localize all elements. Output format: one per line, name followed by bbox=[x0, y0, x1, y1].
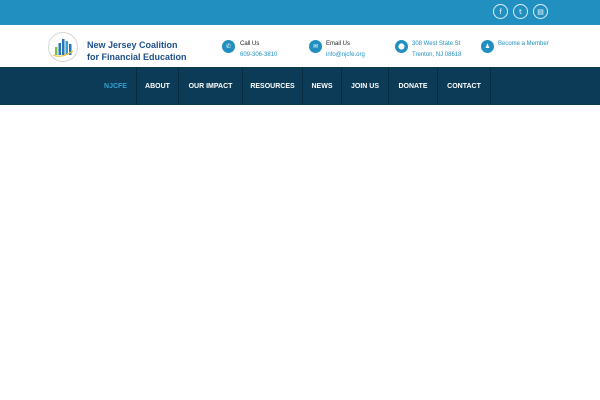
nav-item-join-us[interactable]: JOIN US bbox=[342, 67, 389, 105]
calendar-icon[interactable]: ▤ bbox=[533, 4, 548, 19]
email-icon: ✉ bbox=[309, 40, 322, 53]
nav-item-contact[interactable]: CONTACT bbox=[438, 67, 491, 105]
address-line-1[interactable]: 308 West State St bbox=[412, 41, 460, 47]
top-bar: f t ▤ bbox=[0, 0, 600, 25]
phone-icon: ✆ bbox=[222, 40, 235, 53]
location-icon: ⬤ bbox=[395, 40, 408, 53]
logo-bars-icon bbox=[52, 39, 74, 57]
nav-item-news[interactable]: NEWS bbox=[303, 67, 342, 105]
main-nav: NJCFE ABOUT OUR IMPACT RESOURCES NEWS JO… bbox=[0, 67, 600, 105]
user-icon: ♟ bbox=[481, 40, 494, 53]
nav-item-about[interactable]: ABOUT bbox=[137, 67, 179, 105]
logo[interactable] bbox=[48, 32, 78, 62]
nav-item-donate[interactable]: DONATE bbox=[389, 67, 438, 105]
logo-text[interactable]: New Jersey Coalition for Financial Educa… bbox=[87, 39, 187, 63]
email-address[interactable]: info@njcfe.org bbox=[326, 52, 365, 58]
phone-number[interactable]: 609-306-3810 bbox=[240, 52, 277, 58]
become-member-link[interactable]: Become a Member bbox=[498, 41, 549, 47]
address-line-2[interactable]: Trenton, NJ 08618 bbox=[412, 52, 461, 58]
logo-line-2: for Financial Education bbox=[87, 52, 187, 62]
nav-item-our-impact[interactable]: OUR IMPACT bbox=[179, 67, 243, 105]
twitter-icon[interactable]: t bbox=[513, 4, 528, 19]
logo-line-1: New Jersey Coalition bbox=[87, 40, 178, 50]
nav-item-resources[interactable]: RESOURCES bbox=[243, 67, 303, 105]
email-us-title: Email Us bbox=[326, 41, 351, 47]
nav-item-njcfe[interactable]: NJCFE bbox=[95, 67, 137, 105]
call-us-title: Call Us bbox=[240, 41, 260, 47]
facebook-icon[interactable]: f bbox=[493, 4, 508, 19]
